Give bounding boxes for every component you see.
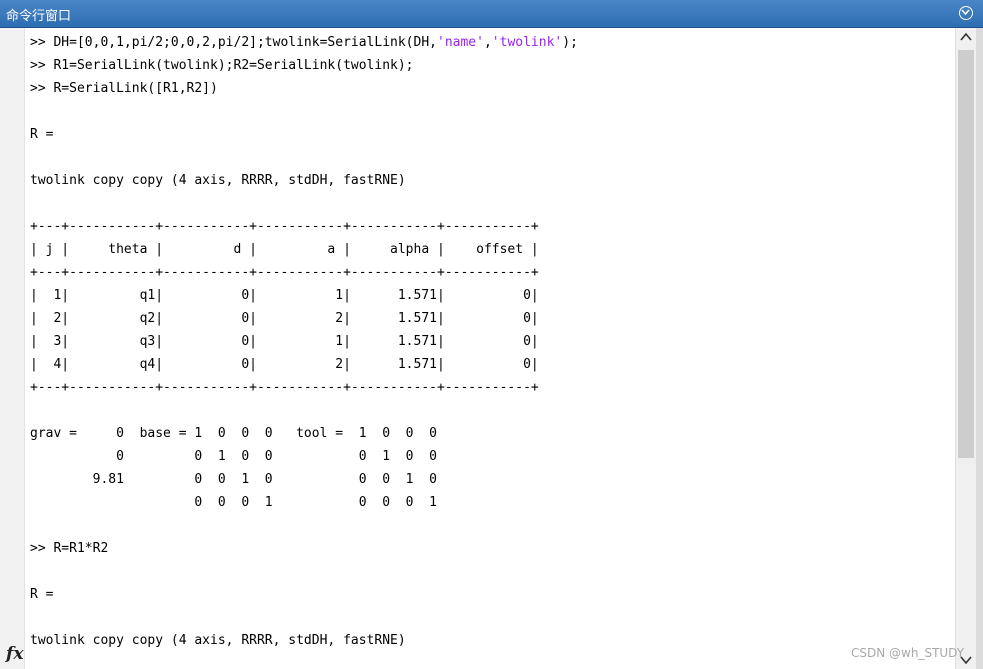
console-line: >> DH=[0,0,1,pi/2;0,0,2,pi/2];twolink=Se… [30,35,578,50]
console-line: >> R=SerialLink([R1,R2]) [30,81,218,96]
left-gutter [0,28,25,669]
console-line: R = [30,127,54,142]
console-line: R = [30,587,54,602]
watermark: CSDN @wh_STUDY [851,646,965,660]
console-line: | 4| q4| 0| 2| 1.571| 0| [30,357,539,372]
console-line: | 2| q2| 0| 2| 1.571| 0| [30,311,539,326]
console-text: >> DH=[0,0,1,pi/2;0,0,2,pi/2];twolink=Se… [30,31,578,652]
console-line: twolink copy copy (4 axis, RRRR, stdDH, … [30,633,406,648]
console-line: | j | theta | d | a | alpha | offset | [30,242,539,257]
fx-prompt-icon[interactable]: fx [6,644,23,664]
window-edge [976,28,983,669]
console-line: +---+-----------+-----------+-----------… [30,265,539,280]
console-line: | 1| q1| 0| 1| 1.571| 0| [30,288,539,303]
console-line: 0 0 1 0 0 0 1 0 0 [30,449,437,464]
console-line: +---+-----------+-----------+-----------… [30,380,539,395]
console-line: +---+-----------+-----------+-----------… [30,219,539,234]
vertical-scrollbar[interactable] [955,28,976,669]
console-line: | 3| q3| 0| 1| 1.571| 0| [30,334,539,349]
console-line: 0 0 0 1 0 0 0 1 [30,495,437,510]
scroll-up-icon[interactable] [960,32,972,42]
command-output-area[interactable]: >> DH=[0,0,1,pi/2;0,0,2,pi/2];twolink=Se… [25,28,955,669]
scroll-thumb[interactable] [958,50,974,458]
console-line: >> R1=SerialLink(twolink);R2=SerialLink(… [30,58,414,73]
chevron-down-circle-icon[interactable] [959,6,973,20]
window-title: 命令行窗口 [6,9,72,24]
console-line: 9.81 0 0 1 0 0 0 1 0 [30,472,437,487]
console-line: >> R=R1*R2 [30,541,109,556]
command-window-titlebar: 命令行窗口 [0,0,983,28]
console-line: grav = 0 base = 1 0 0 0 tool = 1 0 0 0 [30,426,437,441]
console-line: twolink copy copy (4 axis, RRRR, stdDH, … [30,173,406,188]
